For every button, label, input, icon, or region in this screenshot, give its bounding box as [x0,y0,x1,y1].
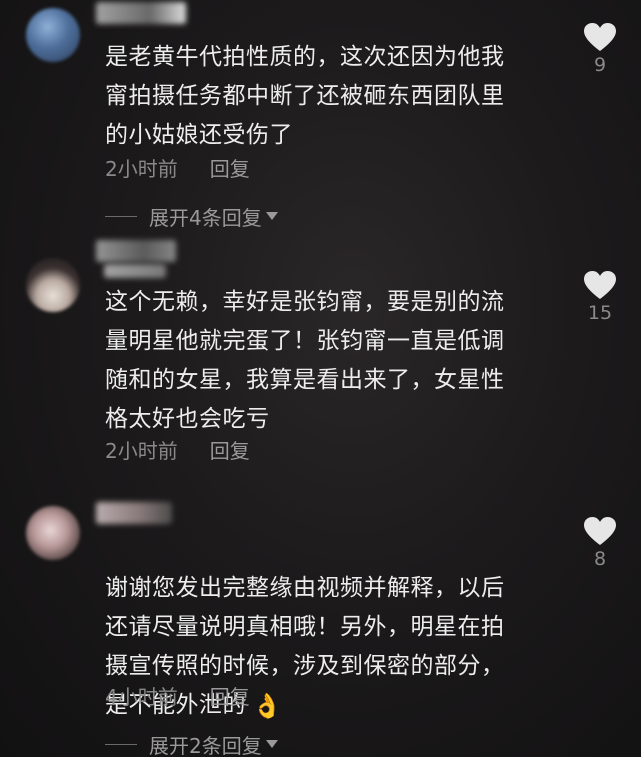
caret-down-icon [265,212,278,220]
like-button[interactable]: 9 [578,22,622,76]
comment-text: 是老黄牛代拍性质的，这次还因为他我 甯拍摄任务都中断了还被砸东西团队里 的小姑娘… [105,44,505,148]
comment-meta: 2小时前 回复 [105,153,250,181]
avatar[interactable] [26,8,80,62]
expand-replies-button[interactable]: 展开2条回复 [105,730,278,757]
heart-icon [584,23,616,51]
heart-icon [584,517,616,545]
divider-line [105,743,137,745]
username-secondary [104,264,166,278]
comment-time: 4小时前 [105,684,178,709]
comment-meta: 2小时前 回复 [105,435,250,463]
like-button[interactable]: 15 [578,270,622,324]
like-count: 9 [593,54,607,76]
expand-replies-label: 展开2条回复 [149,733,262,757]
comment-time: 2小时前 [105,156,178,181]
heart-icon [584,271,616,299]
expand-replies-button[interactable]: 展开4条回复 [105,202,278,230]
username[interactable] [96,502,172,524]
ok-hand-emoji: 👌 [252,692,283,720]
divider-line [105,215,137,217]
username[interactable] [96,2,186,24]
like-count: 15 [587,302,613,324]
username[interactable] [96,240,176,262]
reply-button[interactable]: 回复 [210,681,250,710]
caret-down-icon [265,740,278,748]
avatar[interactable] [26,258,80,312]
comment-meta: 4小时前 回复 [105,681,250,709]
comment-time: 2小时前 [105,438,178,463]
avatar[interactable] [26,506,80,560]
expand-replies-label: 展开4条回复 [149,205,262,230]
comment-text: 这个无赖，幸好是张钧甯，要是别的流 量明星他就完蛋了！张钧甯一直是低调 随和的女… [105,289,505,432]
reply-button[interactable]: 回复 [210,153,250,182]
reply-button[interactable]: 回复 [210,435,250,464]
like-button[interactable]: 8 [578,516,622,570]
like-count: 8 [593,548,607,570]
